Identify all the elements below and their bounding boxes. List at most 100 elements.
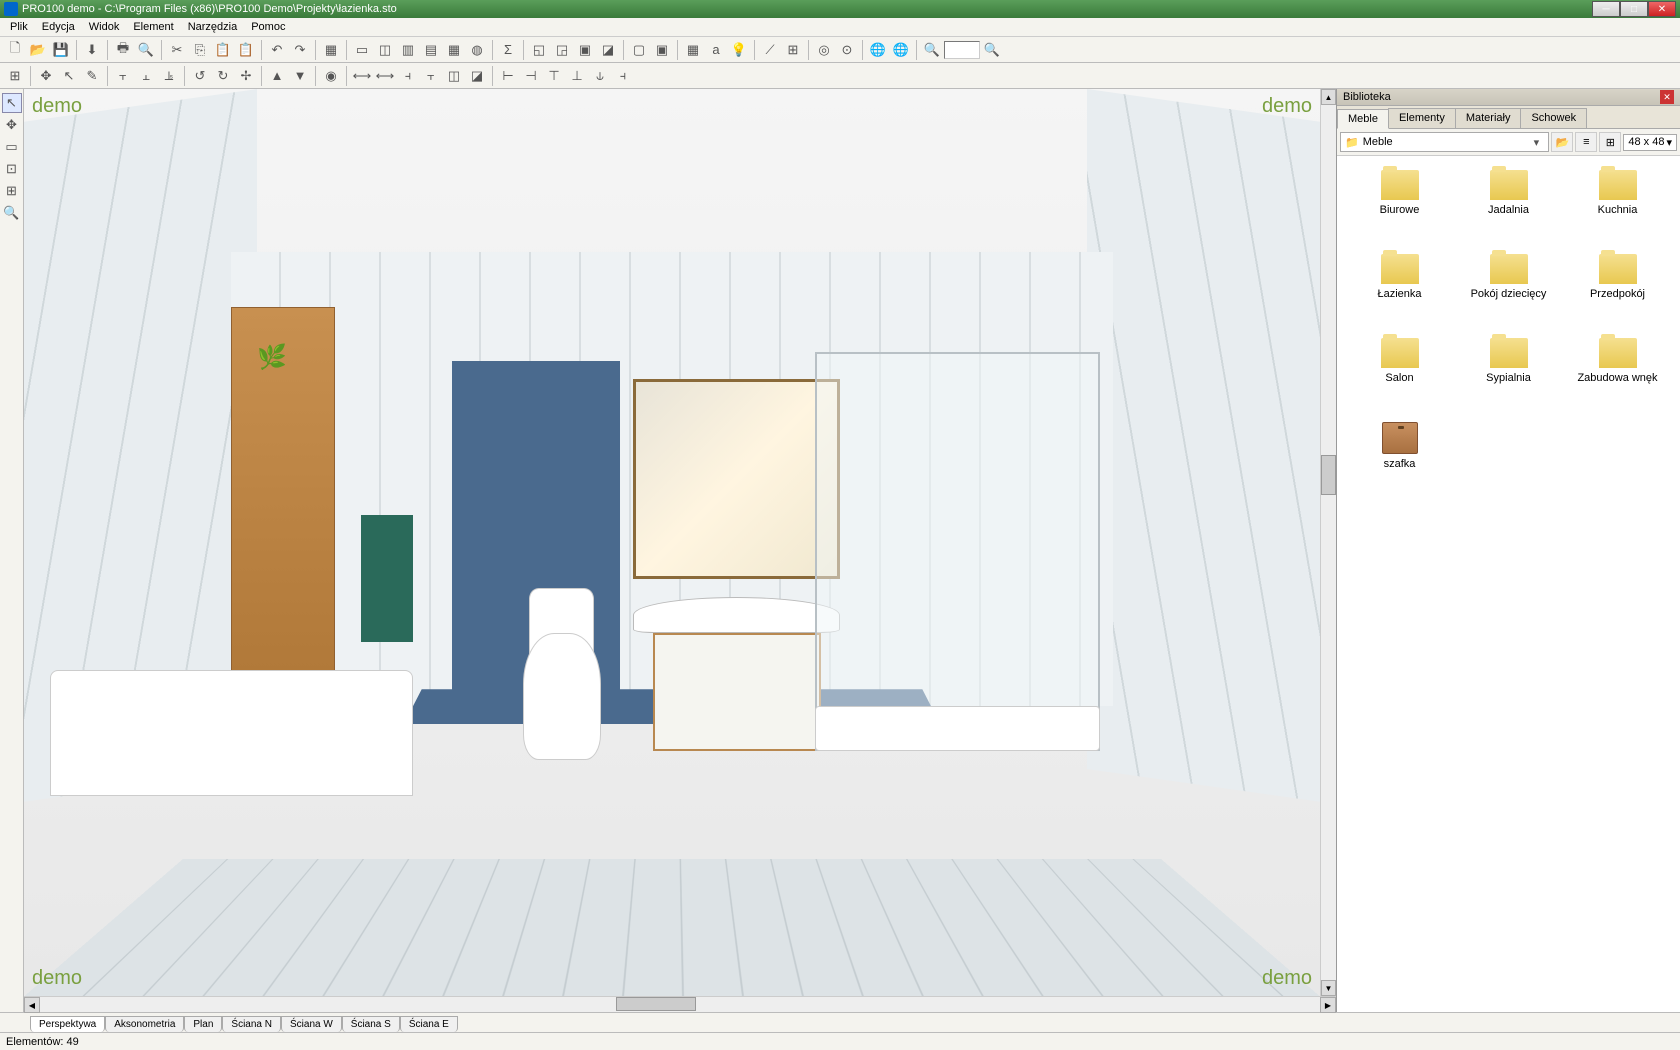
up-folder-icon[interactable]: 📂 bbox=[1551, 132, 1573, 152]
tab-meble[interactable]: Meble bbox=[1337, 109, 1389, 129]
globe2-icon[interactable]: 🌐 bbox=[890, 39, 912, 61]
window5-icon[interactable]: ▦ bbox=[443, 39, 465, 61]
view3-icon[interactable]: ▣ bbox=[574, 39, 596, 61]
view1-icon[interactable]: ◱ bbox=[528, 39, 550, 61]
select-tool-icon[interactable]: ↖ bbox=[2, 93, 22, 113]
tab-schowek[interactable]: Schowek bbox=[1520, 108, 1587, 128]
dim10-icon[interactable]: ⊥ bbox=[566, 65, 588, 87]
text-a-icon[interactable]: a bbox=[705, 39, 727, 61]
library-item-szafka[interactable]: szafka bbox=[1347, 418, 1452, 498]
view6-icon[interactable]: ▣ bbox=[651, 39, 673, 61]
tab-sciana-w[interactable]: Ściana W bbox=[281, 1016, 342, 1032]
scroll-left-icon[interactable]: ◀ bbox=[24, 997, 40, 1013]
mirror1-icon[interactable]: ▲ bbox=[266, 65, 288, 87]
chevron-down-icon[interactable]: ▾ bbox=[1528, 136, 1544, 149]
render1-icon[interactable]: ▦ bbox=[682, 39, 704, 61]
library-item-łazienka[interactable]: Łazienka bbox=[1347, 250, 1452, 330]
dim6-icon[interactable]: ◪ bbox=[466, 65, 488, 87]
center-icon[interactable]: ◉ bbox=[320, 65, 342, 87]
dim8-icon[interactable]: ⊣ bbox=[520, 65, 542, 87]
view4-icon[interactable]: ◪ bbox=[597, 39, 619, 61]
scroll-right-icon[interactable]: ▶ bbox=[1320, 997, 1336, 1013]
curve-icon[interactable]: ⟋ bbox=[759, 39, 781, 61]
scroll-up-icon[interactable]: ▲ bbox=[1321, 89, 1336, 105]
new-icon[interactable]: 🗋 bbox=[4, 39, 26, 61]
window6-icon[interactable]: ◍ bbox=[466, 39, 488, 61]
window1-icon[interactable]: ▭ bbox=[351, 39, 373, 61]
tool6-icon[interactable]: 🔍 bbox=[2, 203, 22, 223]
library-item-sypialnia[interactable]: Sypialnia bbox=[1456, 334, 1561, 414]
target-icon[interactable]: ◎ bbox=[813, 39, 835, 61]
library-item-biurowe[interactable]: Biurowe bbox=[1347, 166, 1452, 246]
globe1-icon[interactable]: 🌐 bbox=[867, 39, 889, 61]
import-icon[interactable]: ⬇ bbox=[81, 39, 103, 61]
menu-plik[interactable]: Plik bbox=[4, 19, 34, 35]
tool2-icon[interactable]: ✥ bbox=[2, 115, 22, 135]
maximize-button[interactable]: □ bbox=[1620, 1, 1648, 17]
window4-icon[interactable]: ▤ bbox=[420, 39, 442, 61]
report-icon[interactable]: ▦ bbox=[320, 39, 342, 61]
preview-icon[interactable]: 🔍 bbox=[135, 39, 157, 61]
menu-edycja[interactable]: Edycja bbox=[36, 19, 81, 35]
zoom-out-icon[interactable]: 🔍 bbox=[921, 39, 943, 61]
view-grid-icon[interactable]: ⊞ bbox=[1599, 132, 1621, 152]
library-item-jadalnia[interactable]: Jadalnia bbox=[1456, 166, 1561, 246]
chevron-down-icon[interactable]: ▾ bbox=[1666, 136, 1672, 149]
undo-icon[interactable]: ↶ bbox=[266, 39, 288, 61]
tab-materialy[interactable]: Materiały bbox=[1455, 108, 1522, 128]
tool5-icon[interactable]: ⊞ bbox=[2, 181, 22, 201]
paste2-icon[interactable]: 📋 bbox=[235, 39, 257, 61]
scroll-down-icon[interactable]: ▼ bbox=[1321, 980, 1336, 996]
magnet-icon[interactable]: ⊙ bbox=[836, 39, 858, 61]
menu-pomoc[interactable]: Pomoc bbox=[245, 19, 291, 35]
tab-plan[interactable]: Plan bbox=[184, 1016, 222, 1032]
paste-icon[interactable]: 📋 bbox=[212, 39, 234, 61]
rotate1-icon[interactable]: ↺ bbox=[189, 65, 211, 87]
library-item-pokój-dziecięcy[interactable]: Pokój dziecięcy bbox=[1456, 250, 1561, 330]
move-icon[interactable]: ✢ bbox=[235, 65, 257, 87]
zoom-input[interactable] bbox=[944, 41, 980, 59]
library-item-salon[interactable]: Salon bbox=[1347, 334, 1452, 414]
library-item-przedpokój[interactable]: Przedpokój bbox=[1565, 250, 1670, 330]
light-icon[interactable]: 💡 bbox=[728, 39, 750, 61]
open-icon[interactable]: 📂 bbox=[27, 39, 49, 61]
dim12-icon[interactable]: ⫞ bbox=[612, 65, 634, 87]
print-icon[interactable]: 🖶 bbox=[112, 39, 134, 61]
align2-icon[interactable]: ⫠ bbox=[135, 65, 157, 87]
horizontal-scrollbar[interactable]: ◀ ▶ bbox=[24, 996, 1336, 1012]
tab-perspektywa[interactable]: Perspektywa bbox=[30, 1016, 105, 1032]
library-item-kuchnia[interactable]: Kuchnia bbox=[1565, 166, 1670, 246]
mirror2-icon[interactable]: ▼ bbox=[289, 65, 311, 87]
arrow-icon[interactable]: ↖ bbox=[58, 65, 80, 87]
pen-icon[interactable]: ✎ bbox=[81, 65, 103, 87]
view5-icon[interactable]: ▢ bbox=[628, 39, 650, 61]
thumbnail-size-combo[interactable]: 48 x 48 ▾ bbox=[1623, 134, 1677, 151]
menu-widok[interactable]: Widok bbox=[83, 19, 126, 35]
3d-viewport[interactable]: 🌿 demo demo demo demo bbox=[24, 89, 1320, 996]
minimize-button[interactable]: ─ bbox=[1592, 1, 1620, 17]
dim3-icon[interactable]: ⫞ bbox=[397, 65, 419, 87]
dim2-icon[interactable]: ⟷ bbox=[374, 65, 396, 87]
vertical-scrollbar[interactable]: ▲ ▼ bbox=[1320, 89, 1336, 996]
snap-grid-icon[interactable]: ⊞ bbox=[4, 65, 26, 87]
align1-icon[interactable]: ⫟ bbox=[112, 65, 134, 87]
tab-sciana-e[interactable]: Ściana E bbox=[400, 1016, 458, 1032]
library-path-combo[interactable]: 📁 Meble ▾ bbox=[1340, 132, 1549, 152]
dim7-icon[interactable]: ⊢ bbox=[497, 65, 519, 87]
tab-aksonometria[interactable]: Aksonometria bbox=[105, 1016, 184, 1032]
library-item-zabudowa-wnęk[interactable]: Zabudowa wnęk bbox=[1565, 334, 1670, 414]
rotate2-icon[interactable]: ↻ bbox=[212, 65, 234, 87]
align3-icon[interactable]: ⫡ bbox=[158, 65, 180, 87]
tool4-icon[interactable]: ⊡ bbox=[2, 159, 22, 179]
close-button[interactable]: ✕ bbox=[1648, 1, 1676, 17]
copy-icon[interactable]: ⎘ bbox=[189, 39, 211, 61]
sum-icon[interactable]: Σ bbox=[497, 39, 519, 61]
pointer-icon[interactable]: ✥ bbox=[35, 65, 57, 87]
zoom-in-icon[interactable]: 🔍 bbox=[981, 39, 1003, 61]
tab-sciana-s[interactable]: Ściana S bbox=[342, 1016, 400, 1032]
tool3-icon[interactable]: ▭ bbox=[2, 137, 22, 157]
library-close-icon[interactable]: ✕ bbox=[1660, 90, 1674, 104]
tab-sciana-n[interactable]: Ściana N bbox=[222, 1016, 281, 1032]
save-icon[interactable]: 💾 bbox=[50, 39, 72, 61]
redo-icon[interactable]: ↷ bbox=[289, 39, 311, 61]
